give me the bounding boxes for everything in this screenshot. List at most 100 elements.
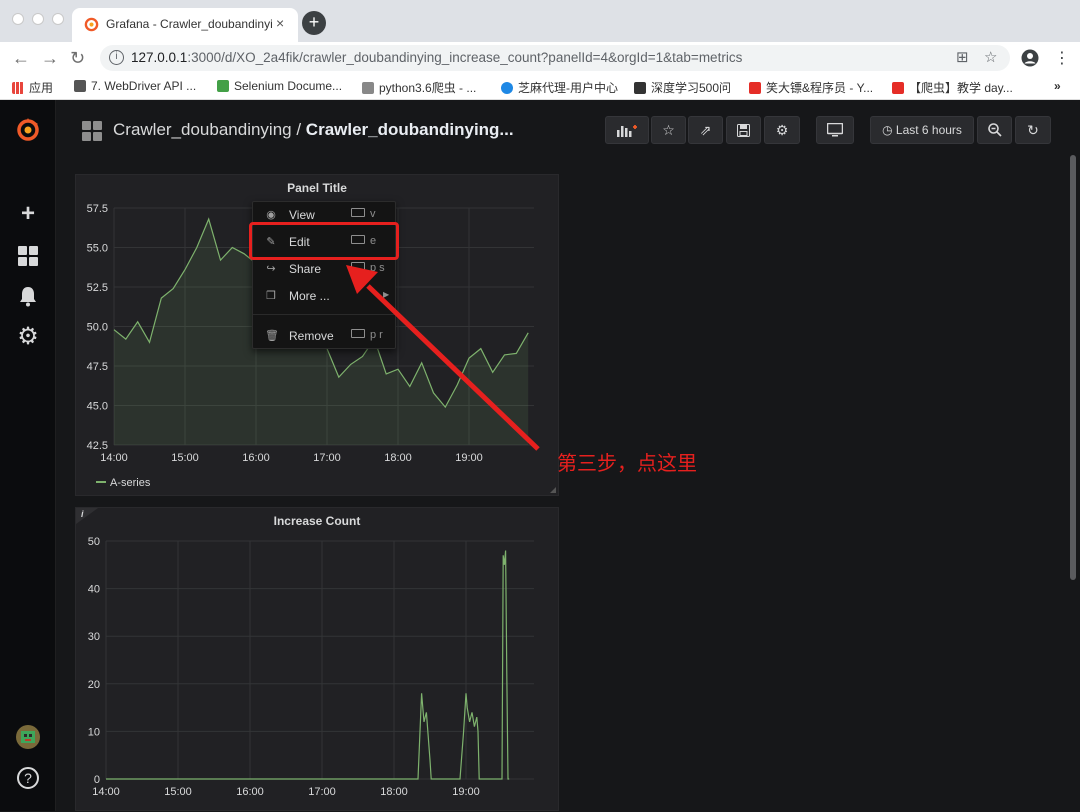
bookmark-item[interactable]: 深度学习500问 xyxy=(634,79,731,96)
url-text: 127.0.0.1:3000/d/XO_2a4fik/crawler_douba… xyxy=(131,50,743,65)
refresh-dashboard-button[interactable]: ↻ xyxy=(1015,116,1051,144)
bookmark-item[interactable]: 芝麻代理-用户中心 xyxy=(501,79,618,96)
y-tick-label: 30 xyxy=(88,631,100,643)
legend-item[interactable]: A-series xyxy=(96,477,150,489)
submenu-arrow-icon: ▶ xyxy=(383,290,390,299)
bookmark-star-icon[interactable]: ☆ xyxy=(984,48,997,66)
apps-grid-icon xyxy=(12,82,24,94)
clock-icon: ◷ xyxy=(882,123,893,137)
bookmark-item[interactable]: Selenium Docume... xyxy=(217,79,342,93)
add-panel-button[interactable] xyxy=(605,116,649,144)
maximize-window-button[interactable] xyxy=(52,13,64,25)
eye-icon: ◉ xyxy=(266,209,276,221)
alerting-bell-icon[interactable] xyxy=(17,285,39,307)
dashboard-grid-icon xyxy=(82,121,102,141)
x-tick-label: 16:00 xyxy=(242,452,270,464)
keyboard-icon xyxy=(351,208,365,217)
save-icon xyxy=(737,124,750,137)
time-picker-button[interactable]: ◷ Last 6 hours xyxy=(870,116,974,144)
bookmark-item[interactable]: 【爬虫】教学 day... xyxy=(892,79,1013,96)
y-tick-label: 47.5 xyxy=(87,361,108,373)
close-window-button[interactable] xyxy=(12,13,24,25)
share-icon: ↪ xyxy=(266,263,276,275)
reload-icon[interactable]: ↻ xyxy=(70,48,85,69)
bookmark-item[interactable]: python3.6爬虫 - ... xyxy=(362,79,476,96)
monitor-icon xyxy=(826,122,844,137)
y-tick-label: 40 xyxy=(88,584,100,596)
bookmark-favicon-icon xyxy=(634,82,646,94)
share-icon: ⇗ xyxy=(699,122,712,138)
y-tick-label: 10 xyxy=(88,726,100,738)
tab-title: Grafana - Crawler_doubandinying xyxy=(106,17,272,31)
x-tick-label: 19:00 xyxy=(452,786,480,798)
dashboards-grid-icon[interactable] xyxy=(17,245,39,267)
browser-tab[interactable]: Grafana - Crawler_doubandinying × xyxy=(72,8,298,42)
zoom-out-button[interactable] xyxy=(977,116,1012,144)
refresh-icon: ↻ xyxy=(1027,122,1039,138)
create-plus-icon[interactable]: + xyxy=(16,200,40,228)
grafana-logo-icon[interactable] xyxy=(14,116,42,144)
y-tick-label: 55.0 xyxy=(87,243,108,255)
cube-icon: ❒ xyxy=(266,290,276,302)
bookmark-item[interactable]: 笑大镖&程序员 - Y... xyxy=(749,79,873,96)
x-tick-label: 17:00 xyxy=(313,452,341,464)
y-tick-label: 0 xyxy=(94,774,100,786)
tab-close-icon[interactable]: × xyxy=(276,15,284,31)
x-tick-label: 14:00 xyxy=(100,452,128,464)
keyboard-icon xyxy=(351,329,365,338)
dashboard-title[interactable]: Crawler_doubandinying / Crawler_doubandi… xyxy=(113,120,514,140)
help-icon[interactable]: ? xyxy=(17,767,39,789)
minimize-window-button[interactable] xyxy=(32,13,44,25)
dashboard-settings-button[interactable]: ⚙ xyxy=(764,116,800,144)
save-dashboard-button[interactable] xyxy=(726,116,761,144)
x-tick-label: 18:00 xyxy=(384,452,412,464)
cycle-view-mode-button[interactable] xyxy=(816,116,854,144)
bookmark-apps[interactable]: 应用 xyxy=(12,79,53,96)
y-tick-label: 52.5 xyxy=(87,282,108,294)
user-avatar[interactable] xyxy=(16,725,40,749)
bookmark-favicon-icon xyxy=(362,82,374,94)
increase-count-panel[interactable]: i Increase Count 0 10 20 30 40 50 14:00 15:00 16… xyxy=(75,507,559,811)
increase-count-graph[interactable]: 0 10 20 30 40 50 14:00 15:00 16:00 17:00 18:00 19:0… xyxy=(76,508,560,812)
shortcut-hint: v xyxy=(351,208,376,220)
resize-handle-icon[interactable] xyxy=(550,487,556,493)
keyboard-icon xyxy=(351,262,365,271)
menu-item-remove[interactable]: 🗑 Remove p r xyxy=(253,323,397,349)
y-tick-label: 42.5 xyxy=(87,440,108,452)
configuration-gear-icon[interactable]: ⚙ xyxy=(16,322,40,351)
y-tick-label: 50.0 xyxy=(87,322,108,334)
share-dashboard-button[interactable]: ⇗ xyxy=(688,116,723,144)
series-line xyxy=(106,550,510,780)
menu-divider xyxy=(253,314,397,315)
y-tick-label: 45.0 xyxy=(87,401,108,413)
grafana-side-menu: + ⚙ ? xyxy=(0,100,56,811)
address-bar[interactable]: i 127.0.0.1:3000/d/XO_2a4fik/crawler_dou… xyxy=(100,45,1010,71)
site-info-icon[interactable]: i xyxy=(109,50,124,65)
shortcut-hint: p s xyxy=(351,262,385,274)
x-tick-label: 17:00 xyxy=(308,786,336,798)
menu-item-more[interactable]: ❒ More ... ▶ xyxy=(253,283,397,309)
trash-icon: 🗑 xyxy=(265,330,279,342)
y-tick-label: 50 xyxy=(88,536,100,548)
grafana-favicon-icon xyxy=(84,17,99,32)
x-tick-label: 15:00 xyxy=(164,786,192,798)
browser-menu-icon[interactable]: ⋮ xyxy=(1054,48,1070,68)
translate-icon[interactable]: ⊞ xyxy=(956,48,969,66)
x-tick-label: 18:00 xyxy=(380,786,408,798)
browser-tab-bar: Grafana - Crawler_doubandinying × + xyxy=(0,0,1080,42)
profile-avatar-icon[interactable] xyxy=(1021,49,1039,67)
browser-toolbar: ← → ↻ i 127.0.0.1:3000/d/XO_2a4fik/crawl… xyxy=(0,42,1080,74)
bookmark-item[interactable]: 7. WebDriver API ... xyxy=(74,79,196,93)
new-tab-button[interactable]: + xyxy=(302,11,326,35)
edit-highlight-box xyxy=(249,222,399,260)
back-icon[interactable]: ← xyxy=(12,48,30,69)
page-scrollbar[interactable] xyxy=(1070,155,1076,580)
forward-icon[interactable]: → xyxy=(41,48,59,69)
youtube-icon xyxy=(749,82,761,94)
bookmarks-overflow-icon[interactable]: » xyxy=(1054,79,1061,93)
annotation-text: 第三步，点这里 xyxy=(557,451,697,475)
star-icon: ☆ xyxy=(662,122,675,138)
shortcut-hint: p r xyxy=(351,329,383,341)
y-tick-label: 20 xyxy=(88,679,100,691)
star-dashboard-button[interactable]: ☆ xyxy=(651,116,686,144)
